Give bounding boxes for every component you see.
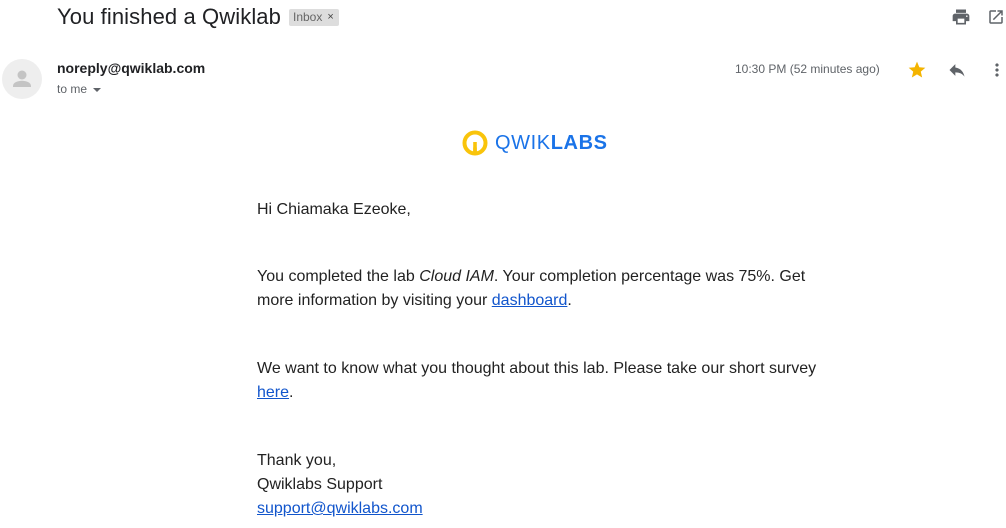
survey-text-suffix: . [289,384,294,401]
dashboard-link[interactable]: dashboard [492,292,568,309]
greeting: Hi Chiamaka Ezeoke, [257,201,411,218]
signoff-paragraph: Thank you, Qwiklabs Support support@qwikla… [257,449,817,521]
email-view: You finished a Qwiklab Inbox × noreply@q… [0,0,1006,528]
star-icon[interactable] [905,58,929,82]
inbox-label-chip[interactable]: Inbox × [289,9,339,26]
recipient-text: to me [57,82,88,96]
label-text: Inbox [293,10,323,24]
sender-avatar [2,59,42,99]
logo-text-light: QWIK [495,131,551,154]
email-subject: You finished a Qwiklab [57,4,281,29]
completion-text-prefix: You completed the lab [257,268,420,285]
thanks-text: Thank you, [257,452,337,469]
email-timestamp: 10:30 PM (52 minutes ago) [735,62,880,76]
more-vert-icon[interactable] [985,58,1006,82]
logo-text-bold: LABS [550,131,608,154]
completion-paragraph: You completed the lab Cloud IAM. Your co… [257,265,817,313]
person-icon [13,70,31,87]
recipient-toggle[interactable]: to me [57,82,102,96]
lab-name: Cloud IAM [419,268,494,285]
support-email-link[interactable]: support@qwiklabs.com [257,500,423,517]
completion-text-suffix: . [567,292,572,309]
chevron-down-icon[interactable] [93,88,102,92]
reply-icon[interactable] [945,58,969,82]
qwiklabs-logo-icon [462,130,488,156]
survey-text-prefix: We want to know what you thought about t… [257,360,817,377]
sender-address[interactable]: noreply@qwiklab.com [57,60,205,76]
print-icon[interactable] [950,6,972,28]
survey-paragraph: We want to know what you thought about t… [257,357,817,405]
open-in-new-window-icon[interactable] [985,6,1006,28]
signature-text: Qwiklabs Support [257,476,383,493]
qwiklabs-logo-text: QWIKLABS [495,132,608,155]
qwiklabs-logo: QWIKLABS [461,129,608,157]
remove-label-button[interactable]: × [327,9,333,26]
survey-link[interactable]: here [257,384,289,401]
